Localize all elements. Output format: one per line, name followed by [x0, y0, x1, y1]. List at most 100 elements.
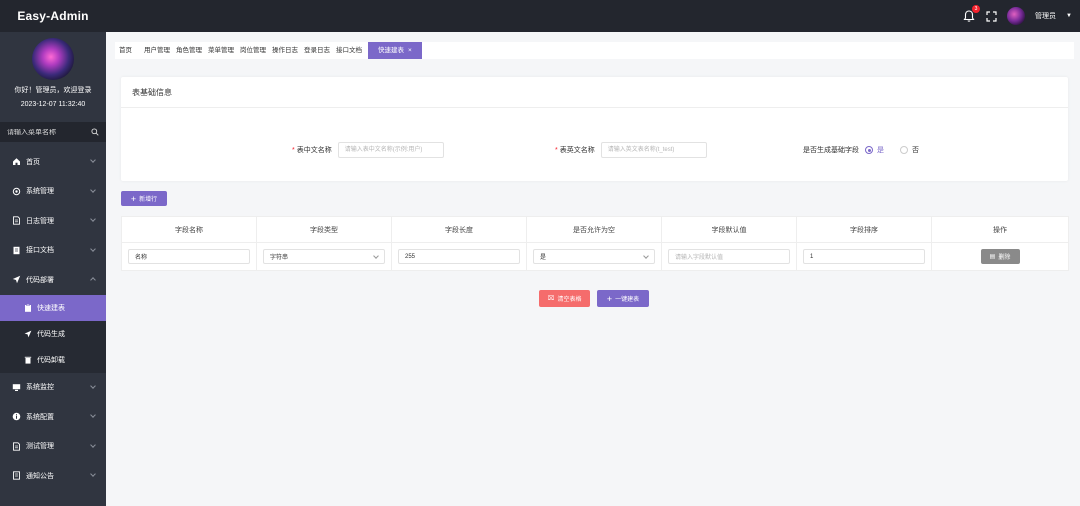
- file-icon: [13, 246, 20, 254]
- sidebar-item-system-management[interactable]: 系统管理: [0, 177, 106, 207]
- caret-down-icon[interactable]: ▼: [1066, 13, 1072, 19]
- chevron-down-icon: [643, 252, 649, 259]
- default-value-placeholder: 请输入字段默认值: [675, 255, 724, 261]
- col-header-nullable: 是否允许为空: [526, 216, 662, 243]
- cn-name-label: 表中文名称: [296, 147, 332, 154]
- radio-no[interactable]: 否: [900, 145, 919, 155]
- fields-table: 字段名称 字段类型 字段长度 是否允许为空 字段默认值 字段排序 操作 名称 字…: [121, 216, 1069, 271]
- search-icon[interactable]: [91, 128, 99, 136]
- tab-operation-log[interactable]: 操作日志: [269, 42, 301, 59]
- sidebar-subitem-code-uninstall[interactable]: 代码卸载: [0, 346, 106, 373]
- tab-user-management[interactable]: 用户管理: [141, 42, 173, 59]
- clear-table-button[interactable]: ⌧ 清空表格: [539, 290, 590, 307]
- current-datetime: 2023-12-07 11:32:40: [20, 101, 86, 108]
- en-name-input[interactable]: [600, 142, 707, 158]
- chevron-down-icon: [90, 186, 96, 193]
- fullscreen-icon[interactable]: [986, 10, 997, 22]
- sidebar-item-label: 系统管理: [26, 188, 54, 196]
- add-row-button[interactable]: + 新增行: [121, 191, 167, 206]
- chevron-up-icon: [90, 277, 96, 283]
- delete-label: 删除: [998, 255, 1011, 261]
- cell-default: 请输入字段默认值: [661, 242, 797, 271]
- profile-panel: 你好！管理员，欢迎登录 2023-12-07 11:32:40: [0, 32, 106, 122]
- default-value-input[interactable]: 请输入字段默认值: [668, 249, 790, 264]
- sidebar-item-system-config[interactable]: 系统配置: [0, 402, 106, 432]
- document-icon: [13, 442, 20, 451]
- chevron-down-icon: [90, 245, 96, 252]
- sidebar-item-log-management[interactable]: 日志管理: [0, 206, 106, 236]
- field-type-select[interactable]: 字符串: [263, 249, 385, 264]
- card-title: 表基础信息: [121, 77, 1068, 108]
- field-type-value: 字符串: [270, 255, 289, 261]
- sidebar-item-system-monitor[interactable]: 系统监控: [0, 373, 106, 403]
- chevron-down-icon: [90, 471, 96, 477]
- col-header-actions: 操作: [931, 216, 1069, 243]
- plus-icon: +: [606, 293, 613, 304]
- nullable-select[interactable]: 是: [533, 249, 655, 264]
- close-icon[interactable]: ×: [408, 47, 412, 54]
- tab-quick-table[interactable]: 快速建表 ×: [368, 42, 422, 59]
- user-name[interactable]: 管理员: [1035, 11, 1056, 21]
- tab-menu-management[interactable]: 菜单管理: [205, 42, 237, 59]
- sidebar-subitem-label: 代码卸载: [37, 356, 65, 364]
- delete-row-button[interactable]: ▤ 删除: [980, 249, 1020, 264]
- radio-unchecked-icon: [900, 146, 908, 154]
- required-mark: *: [292, 146, 295, 154]
- user-avatar[interactable]: [1007, 7, 1026, 25]
- chevron-down-icon: [373, 252, 379, 259]
- menu-search-input[interactable]: [7, 128, 87, 136]
- required-mark: *: [555, 146, 558, 154]
- basic-info-form: * 表中文名称 * 表英文名称 是否生成基础字段 是 否: [121, 142, 1068, 158]
- trash-icon: [24, 356, 32, 364]
- sidebar-item-label: 通知公告: [26, 472, 54, 480]
- notification-bell[interactable]: 3: [962, 5, 981, 23]
- cn-name-input[interactable]: [337, 142, 444, 158]
- cell-field-length: 255: [391, 242, 527, 271]
- sidebar-item-notices[interactable]: 通知公告: [0, 461, 106, 491]
- chevron-down-icon: [90, 157, 96, 163]
- field-name-input[interactable]: 名称: [128, 249, 250, 264]
- field-length-input[interactable]: 255: [398, 249, 520, 264]
- table-row: 名称 字符串 255 是 请输入字段默认值 1 ▤ 删除: [121, 242, 1069, 271]
- tab-role-management[interactable]: 角色管理: [173, 42, 205, 59]
- sidebar-item-label: 代码部署: [26, 276, 54, 284]
- app-logo[interactable]: Easy-Admin: [0, 9, 106, 23]
- sidebar-item-test-management[interactable]: 测试管理: [0, 432, 106, 462]
- plus-icon: +: [130, 193, 137, 204]
- chevron-down-icon: [90, 382, 96, 389]
- col-header-sort: 字段排序: [796, 216, 932, 243]
- clipboard-icon: [25, 303, 31, 312]
- tab-login-log[interactable]: 登录日志: [301, 42, 333, 59]
- table-header-row: 字段名称 字段类型 字段长度 是否允许为空 字段默认值 字段排序 操作: [121, 216, 1069, 243]
- page-tabs: 首页 用户管理 角色管理 菜单管理 岗位管理 操作日志 登录日志 接口文档 快速…: [115, 42, 1074, 59]
- radio-yes[interactable]: 是: [865, 145, 884, 155]
- sidebar-item-home[interactable]: 首页: [0, 147, 106, 177]
- chevron-down-icon: [90, 216, 96, 222]
- sidebar-subitem-quick-table[interactable]: 快速建表: [0, 294, 106, 321]
- en-name-field: * 表英文名称: [555, 142, 707, 158]
- radio-yes-label: 是: [877, 147, 884, 154]
- tab-api-docs[interactable]: 接口文档: [333, 42, 365, 59]
- sidebar-item-code-deploy[interactable]: 代码部署: [0, 265, 106, 295]
- sidebar-subitem-code-generate[interactable]: 代码生成: [0, 320, 106, 347]
- profile-avatar: [32, 38, 74, 80]
- col-header-field-type: 字段类型: [256, 216, 392, 243]
- main-content: 首页 用户管理 角色管理 菜单管理 岗位管理 操作日志 登录日志 接口文档 快速…: [106, 32, 1080, 506]
- home-icon: [13, 158, 20, 166]
- top-bar: Easy-Admin 3 管理员 ▼: [0, 0, 1080, 32]
- cell-nullable: 是: [526, 242, 662, 271]
- col-header-field-length: 字段长度: [391, 216, 527, 243]
- sort-input[interactable]: 1: [803, 249, 925, 264]
- create-table-button[interactable]: + 一键建表: [597, 290, 649, 307]
- tab-home[interactable]: 首页: [115, 42, 135, 59]
- field-name-value: 名称: [135, 255, 148, 261]
- notification-badge: 3: [972, 5, 981, 13]
- side-menu: 首页 系统管理 日志管理 接口文档 代码部署 快速建表 代码生成 代码卸载 系统…: [0, 147, 106, 491]
- nullable-value: 是: [540, 255, 547, 261]
- trash-icon: ▤: [989, 254, 996, 260]
- sidebar-item-label: 日志管理: [26, 217, 54, 225]
- menu-search: [0, 122, 106, 142]
- chevron-down-icon: [90, 412, 96, 418]
- sidebar-item-api-docs[interactable]: 接口文档: [0, 236, 106, 266]
- tab-post-management[interactable]: 岗位管理: [237, 42, 269, 59]
